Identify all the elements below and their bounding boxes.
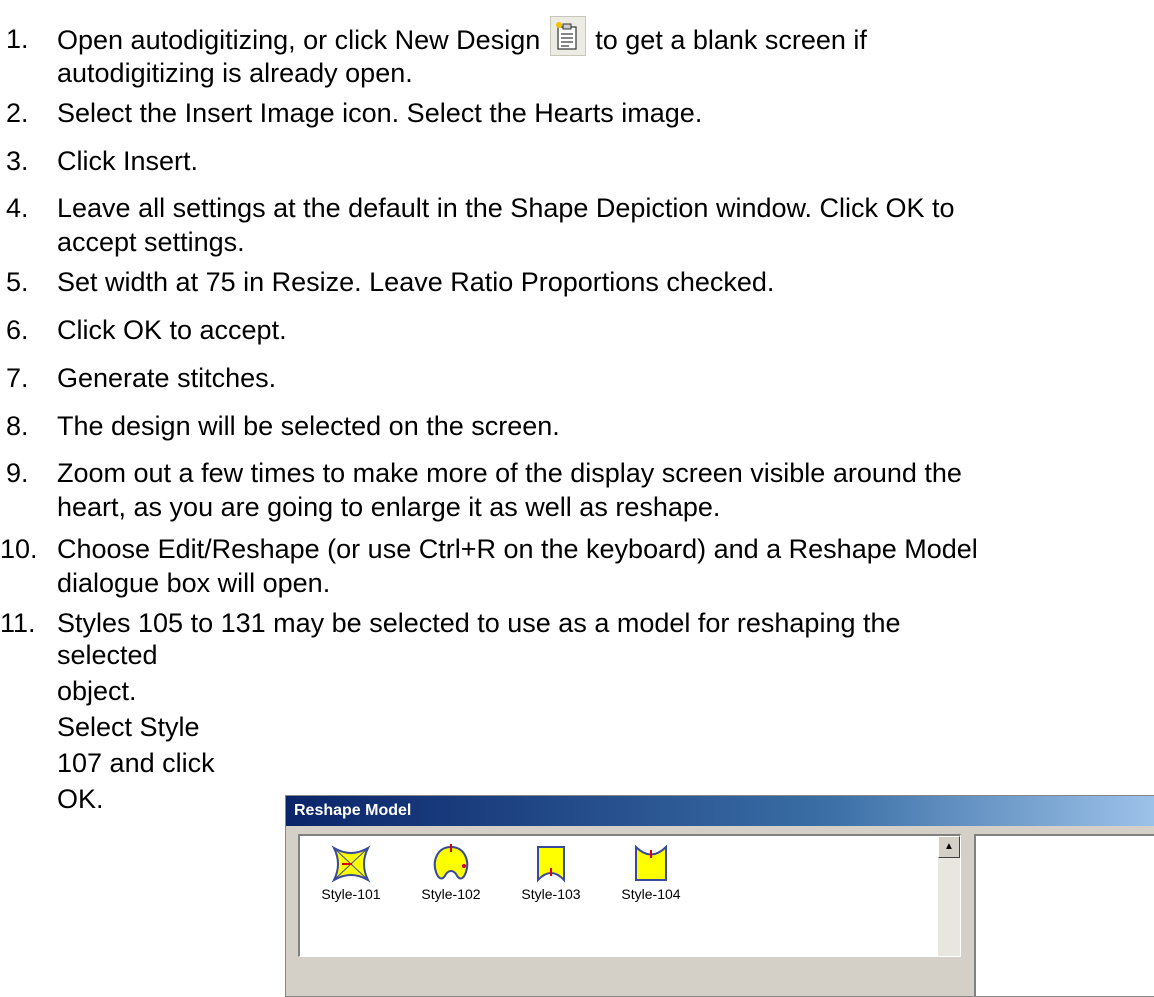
- step-text: Generate stitches.: [57, 363, 277, 393]
- step-text: Leave all settings at the default in the…: [57, 193, 955, 223]
- step-text: autodigitizing is already open.: [57, 58, 413, 88]
- step-text: Choose Edit/Reshape (or use Ctrl+R on th…: [57, 534, 978, 564]
- step-text: Zoom out a few times to make more of the…: [57, 458, 962, 488]
- step-number: 3.: [6, 146, 29, 176]
- step-text: Set width at 75 in Resize. Leave Ratio P…: [57, 267, 775, 297]
- style-label: Style-103: [521, 886, 581, 902]
- style-102-icon: [433, 844, 469, 880]
- scroll-up-button[interactable]: ▲: [938, 836, 960, 858]
- step-text: to get a blank screen if: [595, 25, 867, 56]
- style-label: Style-101: [321, 886, 381, 902]
- step-text: object.: [57, 676, 137, 706]
- new-design-icon: [549, 16, 586, 56]
- step-number: 5.: [6, 267, 29, 297]
- style-101-icon: [331, 845, 371, 883]
- step-number: 7.: [6, 363, 29, 393]
- style-label: Style-102: [421, 886, 481, 902]
- style-item-102[interactable]: Style-102: [406, 844, 496, 902]
- step-number: 9.: [6, 458, 29, 488]
- step-number: 2.: [6, 98, 29, 128]
- step-number: 8.: [6, 411, 29, 441]
- step-number: 4.: [6, 193, 29, 223]
- step-text: The design will be selected on the scree…: [57, 411, 560, 441]
- style-item-101[interactable]: Style-101: [306, 844, 396, 902]
- step-number: 11.: [0, 608, 36, 638]
- step-text: accept settings.: [57, 227, 245, 257]
- step-text: heart, as you are going to enlarge it as…: [57, 492, 721, 522]
- style-103-icon: [537, 846, 565, 883]
- style-104-icon: [635, 844, 667, 881]
- step-text: OK.: [57, 784, 104, 814]
- style-label: Style-104: [621, 886, 681, 902]
- step-number: 6.: [6, 315, 29, 345]
- style-item-104[interactable]: Style-104: [606, 844, 696, 902]
- step-text: Click Insert.: [57, 146, 199, 176]
- step-text: selected: [57, 640, 158, 670]
- step-text: Click OK to accept.: [57, 315, 287, 345]
- step-text: dialogue box will open.: [57, 568, 331, 598]
- dialog-title: Reshape Model: [286, 796, 1154, 826]
- step-number: 1.: [6, 24, 29, 54]
- step-text: 107 and click: [57, 748, 215, 778]
- style-preview-pane: [974, 834, 1154, 996]
- step-number: 10.: [0, 534, 38, 564]
- vertical-scrollbar[interactable]: ▲: [938, 836, 960, 956]
- reshape-model-dialog: Reshape Model Style-101 Style-102 Style-…: [285, 795, 1154, 997]
- step-text: Open autodigitizing, or click New Design: [57, 25, 541, 56]
- step-text: Select the Insert Image icon. Select the…: [57, 98, 703, 128]
- step-text: Select Style: [57, 712, 200, 742]
- style-item-103[interactable]: Style-103: [506, 844, 596, 902]
- step-text: Styles 105 to 131 may be selected to use…: [57, 608, 901, 638]
- style-list[interactable]: Style-101 Style-102 Style-103 Style-104: [298, 834, 961, 957]
